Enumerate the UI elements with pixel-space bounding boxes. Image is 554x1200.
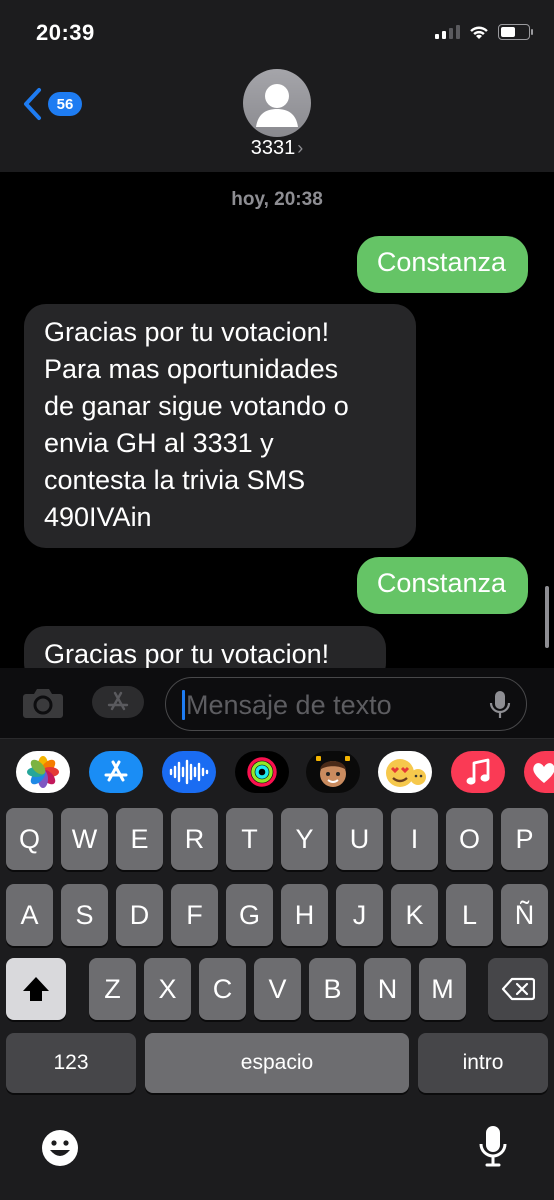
numbers-key[interactable]: 123	[6, 1033, 136, 1093]
key-a[interactable]: A	[6, 884, 53, 946]
photos-icon[interactable]	[16, 751, 70, 793]
contact-name[interactable]: 3331 ›	[0, 137, 554, 160]
message-list[interactable]: hoy, 20:38 Constanza Gracias por tu vota…	[0, 172, 554, 668]
message-timestamp: hoy, 20:38	[231, 189, 323, 210]
key-b[interactable]: B	[309, 958, 356, 1020]
text-cursor	[182, 690, 185, 720]
waveform-icon	[169, 759, 209, 785]
key-j[interactable]: J	[336, 884, 383, 946]
unread-count-badge: 56	[48, 92, 82, 116]
camera-icon[interactable]	[20, 682, 66, 722]
message-input[interactable]: Mensaje de texto	[165, 677, 527, 731]
chevron-right-icon: ›	[297, 138, 304, 158]
battery-icon	[498, 24, 533, 40]
activity-icon[interactable]	[235, 751, 289, 793]
backspace-icon	[501, 977, 535, 1001]
key-h[interactable]: H	[281, 884, 328, 946]
key-y[interactable]: Y	[281, 808, 328, 870]
back-button[interactable]: 56	[22, 87, 82, 121]
key-v[interactable]: V	[254, 958, 301, 1020]
person-icon	[256, 84, 298, 127]
emoji-icon[interactable]	[40, 1128, 80, 1168]
contact-avatar[interactable]	[243, 69, 311, 137]
key-q[interactable]: Q	[6, 808, 53, 870]
composer-bar: Mensaje de texto	[0, 668, 554, 738]
music-icon[interactable]	[451, 751, 505, 793]
return-key[interactable]: intro	[418, 1033, 548, 1093]
apps-button[interactable]	[92, 686, 144, 718]
emoji-stickers-icon	[386, 759, 426, 787]
heart-icon[interactable]	[524, 751, 554, 793]
shift-key[interactable]	[6, 958, 66, 1020]
app-store-icon	[107, 691, 129, 711]
audio-message-icon[interactable]	[162, 751, 216, 793]
status-icons	[435, 24, 533, 40]
key-r[interactable]: R	[171, 808, 218, 870]
message-input-placeholder: Mensaje de texto	[186, 690, 392, 720]
chevron-left-icon	[24, 88, 41, 120]
incoming-message[interactable]: Gracias por tu votacion!	[24, 626, 386, 668]
key-z[interactable]: Z	[89, 958, 136, 1020]
key-f[interactable]: F	[171, 884, 218, 946]
animoji-icon[interactable]	[378, 751, 432, 793]
key-k[interactable]: K	[391, 884, 438, 946]
key-enye[interactable]: Ñ	[501, 884, 548, 946]
key-s[interactable]: S	[61, 884, 108, 946]
key-x[interactable]: X	[144, 958, 191, 1020]
app-store-icon[interactable]	[89, 751, 143, 793]
heart-shape-icon	[533, 763, 554, 783]
conversation-header: 56 3331 ›	[0, 60, 554, 172]
status-bar: 20:39	[0, 0, 554, 60]
delete-key[interactable]	[488, 958, 548, 1020]
key-o[interactable]: O	[446, 808, 493, 870]
dictation-microphone-icon[interactable]	[478, 1124, 508, 1168]
key-i[interactable]: I	[391, 808, 438, 870]
key-d[interactable]: D	[116, 884, 163, 946]
key-u[interactable]: U	[336, 808, 383, 870]
keyboard-bottom-bar	[0, 1120, 554, 1200]
key-t[interactable]: T	[226, 808, 273, 870]
incoming-message[interactable]: Gracias por tu votacion! Para mas oportu…	[24, 304, 416, 548]
microphone-icon[interactable]	[488, 689, 512, 721]
memoji-icon[interactable]	[306, 751, 360, 793]
memoji-face-icon	[316, 756, 350, 787]
key-g[interactable]: G	[226, 884, 273, 946]
wifi-icon	[470, 26, 488, 39]
key-c[interactable]: C	[199, 958, 246, 1020]
scroll-indicator	[545, 586, 549, 648]
cellular-signal-icon	[435, 25, 460, 39]
key-p[interactable]: P	[501, 808, 548, 870]
key-n[interactable]: N	[364, 958, 411, 1020]
key-l[interactable]: L	[446, 884, 493, 946]
imessage-app-strip	[0, 738, 554, 806]
shift-arrow-icon	[23, 977, 49, 1001]
contact-name-label: 3331	[250, 137, 296, 159]
photos-flower-icon	[27, 756, 59, 788]
outgoing-message[interactable]: Constanza	[356, 557, 528, 614]
space-key[interactable]: espacio	[145, 1033, 409, 1093]
key-e[interactable]: E	[116, 808, 163, 870]
key-m[interactable]: M	[419, 958, 466, 1020]
key-w[interactable]: W	[61, 808, 108, 870]
outgoing-message[interactable]: Constanza	[356, 236, 528, 293]
app-store-glyph-icon	[104, 760, 128, 782]
status-time: 20:39	[36, 20, 95, 45]
music-note-icon	[466, 758, 490, 785]
activity-rings-icon	[247, 757, 277, 787]
